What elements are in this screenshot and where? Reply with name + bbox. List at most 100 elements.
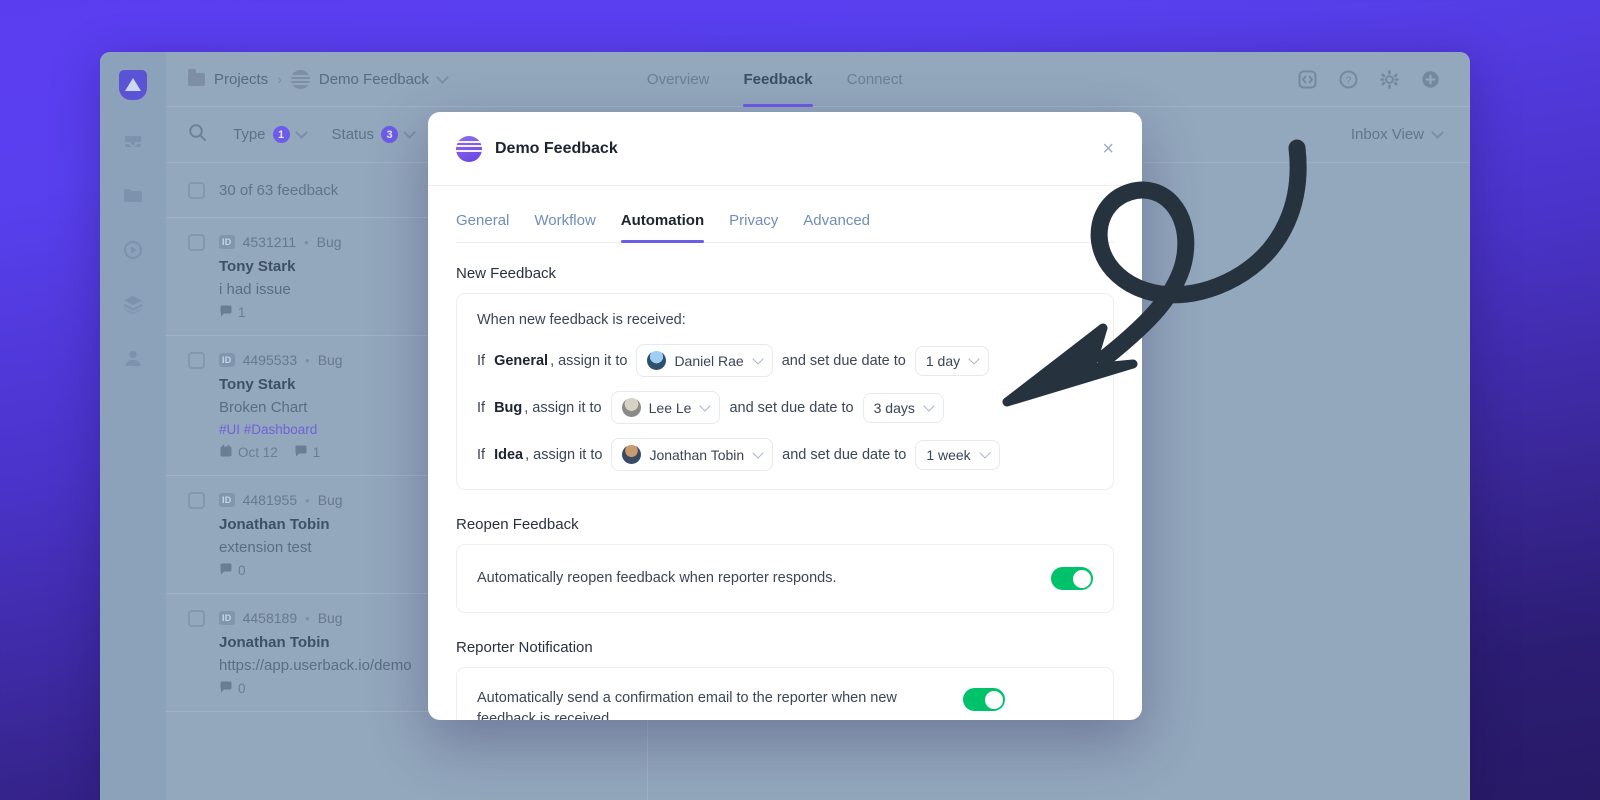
assignee-value: Jonathan Tobin [649, 446, 745, 463]
row-date: Oct 12 [238, 445, 278, 460]
list-count-label: 30 of 63 feedback [219, 181, 339, 199]
filter-type-count: 1 [272, 126, 290, 143]
avatar [647, 351, 667, 370]
due-date-select-bug[interactable]: 3 days [862, 392, 944, 423]
chevron-down-icon [752, 446, 764, 459]
due-date-select-idea[interactable]: 1 week [915, 439, 1000, 470]
due-date-value: 1 week [926, 446, 971, 463]
section-title-reopen-feedback: Reopen Feedback [456, 516, 579, 533]
automation-rule-idea: If Idea , assign it to Jonathan Tobin an… [477, 438, 1093, 471]
view-selector[interactable]: Inbox View [1351, 126, 1470, 143]
due-date-value: 1 day [925, 352, 961, 369]
breadcrumb-project[interactable]: Demo Feedback [319, 71, 429, 88]
chevron-down-icon [979, 446, 991, 459]
comment-icon [219, 562, 233, 579]
chevron-down-icon [968, 352, 980, 365]
project-settings-modal: Demo Feedback × General Workflow Automat… [428, 112, 1142, 720]
due-date-select-general[interactable]: 1 day [914, 345, 990, 376]
tab-automation[interactable]: Automation [620, 212, 705, 243]
rule-condition: General [494, 352, 549, 369]
gear-icon[interactable] [1380, 69, 1399, 89]
filter-status[interactable]: Status 3 [331, 126, 416, 143]
id-badge-icon: ID [219, 493, 235, 507]
plus-circle-icon[interactable] [1421, 70, 1440, 89]
breadcrumb-root[interactable]: Projects [214, 71, 268, 88]
close-icon[interactable]: × [1102, 139, 1114, 159]
reporter-notification-text: Automatically send a confirmation email … [477, 690, 897, 720]
chevron-down-icon [752, 352, 764, 365]
automation-rule-bug: If Bug , assign it to Lee Le and set due… [477, 391, 1093, 424]
comment-count: 0 [238, 563, 246, 578]
folder-icon[interactable] [100, 176, 166, 216]
project-logo-icon [290, 69, 310, 89]
userback-logo-icon[interactable] [100, 62, 166, 108]
assignee-select-general[interactable]: Daniel Rae [636, 344, 773, 377]
id-badge-icon: ID [219, 353, 235, 367]
rule-mid-text: , assign it to [550, 352, 628, 369]
svg-text:?: ? [1346, 75, 1352, 86]
rule-if-prefix: If [477, 399, 486, 416]
search-icon[interactable] [188, 123, 207, 147]
tab-workflow[interactable]: Workflow [534, 212, 595, 242]
reporter-notification-panel: Automatically send a confirmation email … [456, 667, 1114, 720]
reopen-feedback-text: Automatically reopen feedback when repor… [477, 569, 837, 586]
reopen-feedback-toggle[interactable] [1051, 567, 1093, 590]
tab-general[interactable]: General [456, 212, 509, 242]
row-dot: • [305, 352, 310, 368]
app-topbar: Projects › Demo Feedback Overview Feedba… [166, 52, 1470, 107]
rule-due-prefix: and set due date to [781, 352, 906, 369]
tab-overview[interactable]: Overview [647, 52, 710, 107]
app-sidebar [100, 52, 166, 800]
top-nav: Overview Feedback Connect [647, 52, 903, 107]
select-all-checkbox[interactable] [188, 181, 205, 199]
rule-if-prefix: If [477, 352, 486, 369]
row-id: 4481955 [242, 492, 298, 508]
assignee-select-idea[interactable]: Jonathan Tobin [611, 438, 774, 471]
row-checkbox[interactable] [188, 492, 205, 509]
rule-condition: Idea [494, 446, 524, 463]
chevron-down-icon[interactable] [436, 70, 449, 84]
id-badge-icon: ID [219, 235, 235, 249]
modal-title: Demo Feedback [495, 139, 618, 157]
rule-due-prefix: and set due date to [782, 446, 907, 463]
code-icon[interactable] [1298, 70, 1317, 89]
row-checkbox[interactable] [188, 610, 205, 627]
row-id: 4495533 [242, 352, 298, 368]
tab-feedback[interactable]: Feedback [743, 52, 813, 107]
layers-icon[interactable] [100, 284, 166, 324]
play-circle-icon[interactable] [100, 230, 166, 270]
modal-body: General Workflow Automation Privacy Adva… [428, 186, 1142, 720]
tab-privacy[interactable]: Privacy [729, 212, 778, 242]
row-checkbox[interactable] [188, 234, 205, 251]
row-type: Bug [317, 610, 343, 626]
filter-status-label: Status [331, 126, 375, 143]
inbox-icon[interactable] [100, 122, 166, 162]
view-selector-label: Inbox View [1350, 126, 1424, 143]
row-id: 4458189 [242, 610, 298, 626]
settings-tabs: General Workflow Automation Privacy Adva… [456, 212, 1114, 243]
comment-count: 1 [238, 305, 246, 320]
person-icon[interactable] [100, 338, 166, 378]
tab-connect[interactable]: Connect [847, 52, 903, 107]
breadcrumb: Projects › Demo Feedback [166, 68, 449, 89]
filter-type[interactable]: Type 1 [233, 126, 308, 143]
row-checkbox[interactable] [188, 352, 205, 369]
reopen-feedback-panel: Automatically reopen feedback when repor… [456, 544, 1114, 613]
avatar [622, 445, 642, 464]
reporter-notification-toggle[interactable] [963, 688, 1005, 711]
row-dot: • [304, 234, 309, 250]
section-title-new-feedback: New Feedback [456, 265, 557, 282]
tab-advanced[interactable]: Advanced [803, 212, 870, 242]
filter-type-label: Type [233, 126, 266, 143]
help-circle-icon[interactable]: ? [1339, 70, 1358, 89]
chevron-down-icon [294, 126, 308, 139]
modal-header: Demo Feedback × [428, 112, 1142, 186]
assignee-select-bug[interactable]: Lee Le [610, 391, 721, 424]
rule-due-prefix: and set due date to [729, 399, 854, 416]
avatar [621, 398, 641, 417]
row-type: Bug [317, 352, 343, 368]
assignee-value: Daniel Rae [674, 352, 744, 369]
row-dot: • [305, 492, 310, 508]
automation-rule-general: If General , assign it to Daniel Rae and… [477, 344, 1093, 377]
filter-status-count: 3 [381, 126, 399, 143]
